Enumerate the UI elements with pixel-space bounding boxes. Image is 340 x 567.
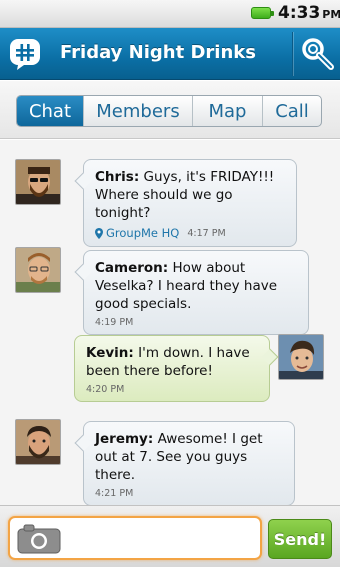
page-title: Friday Night Drinks xyxy=(60,42,256,63)
avatar-kevin[interactable] xyxy=(278,334,324,380)
message-bubble[interactable]: Jeremy: Awesome! I get out at 7. See you… xyxy=(74,421,295,506)
message-bubble[interactable]: Chris: Guys, it's FRIDAY!!! Where should… xyxy=(74,159,297,247)
message-meta: 4:20 PM xyxy=(86,384,259,395)
message-bubble[interactable]: Cameron: How about Veselka? I heard they… xyxy=(74,250,309,335)
bubble-tail xyxy=(74,434,92,452)
camera-icon xyxy=(17,524,61,554)
message-bubble-mine[interactable]: Kevin: I'm down. I have been there befor… xyxy=(74,335,279,402)
message-input[interactable] xyxy=(8,516,262,560)
wrench-search-icon xyxy=(302,38,334,70)
message-text: Chris: Guys, it's FRIDAY!!! Where should… xyxy=(95,168,286,222)
avatar-jeremy[interactable] xyxy=(15,419,61,465)
battery-icon xyxy=(251,7,274,19)
message-meta: GroupMe HQ 4:17 PM xyxy=(95,226,286,240)
composer-bar: Send! xyxy=(0,505,340,567)
clock-time: 4:33 xyxy=(278,3,321,23)
message-sender: Chris: xyxy=(95,169,140,185)
message-time: 4:19 PM xyxy=(95,317,134,328)
tab-bar: Chat Members Map Call xyxy=(16,95,322,127)
message-text: Jeremy: Awesome! I get out at 7. See you… xyxy=(95,430,284,484)
groupme-hash-icon[interactable] xyxy=(8,37,42,71)
status-bar: 4:33 PM xyxy=(0,0,340,28)
message-text: Kevin: I'm down. I have been there befor… xyxy=(86,344,259,380)
avatar-cameron[interactable] xyxy=(15,247,61,293)
settings-button[interactable] xyxy=(298,35,336,73)
location-name: GroupMe HQ xyxy=(106,226,180,240)
chat-list[interactable]: Chris: Guys, it's FRIDAY!!! Where should… xyxy=(0,140,340,506)
message-meta: 4:21 PM xyxy=(95,488,284,499)
message-sender: Cameron: xyxy=(95,260,169,276)
tab-bar-area: Chat Members Map Call xyxy=(0,81,340,139)
tab-call[interactable]: Call xyxy=(263,96,321,126)
message-time: 4:17 PM xyxy=(187,227,226,239)
tab-map[interactable]: Map xyxy=(193,96,263,126)
message-sender: Jeremy: xyxy=(95,431,154,447)
message-text: Cameron: How about Veselka? I heard they… xyxy=(95,259,298,313)
tab-chat[interactable]: Chat xyxy=(17,96,84,126)
tab-members[interactable]: Members xyxy=(84,96,193,126)
status-clock: 4:33 PM xyxy=(278,3,340,23)
avatar-chris[interactable] xyxy=(15,159,61,205)
message-time: 4:20 PM xyxy=(86,384,125,395)
message-meta: 4:19 PM xyxy=(95,317,298,328)
title-bar: Friday Night Drinks xyxy=(0,28,340,80)
bubble-tail xyxy=(74,263,92,281)
bubble-tail xyxy=(74,172,92,190)
clock-ampm: PM xyxy=(322,8,340,21)
message-location[interactable]: GroupMe HQ xyxy=(95,226,179,240)
camera-button[interactable] xyxy=(17,524,61,554)
message-time: 4:21 PM xyxy=(95,488,134,499)
bubble-tail xyxy=(261,348,279,366)
titlebar-divider xyxy=(292,32,293,76)
message-sender: Kevin: xyxy=(86,345,134,361)
send-button[interactable]: Send! xyxy=(268,519,332,559)
location-pin-icon xyxy=(95,227,103,239)
